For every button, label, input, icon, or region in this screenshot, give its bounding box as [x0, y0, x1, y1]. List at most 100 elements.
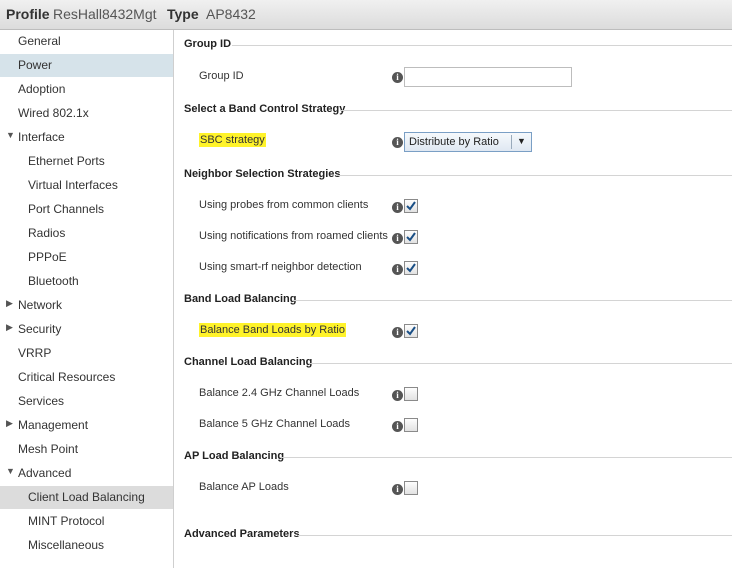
sidebar-item-advanced[interactable]: ▼ Advanced — [0, 462, 173, 485]
section-divider — [280, 457, 732, 458]
profile-header: Profile ResHall8432Mgt Type AP8432 — [0, 0, 732, 30]
sidebar-item-miscellaneous[interactable]: Miscellaneous — [0, 534, 173, 557]
info-icon[interactable]: i — [392, 202, 403, 213]
smart-rf-neighbor-checkbox[interactable] — [404, 261, 418, 275]
sidebar-item-ethernet-ports[interactable]: Ethernet Ports — [0, 150, 173, 173]
info-icon[interactable]: i — [392, 137, 403, 148]
sidebar-item-pppoe[interactable]: PPPoE — [0, 246, 173, 269]
info-icon[interactable]: i — [392, 390, 403, 401]
sidebar-item-label: Radios — [28, 226, 66, 240]
section-title-channel-load: Channel Load Balancing — [184, 356, 313, 368]
sidebar-item-label: Virtual Interfaces — [28, 178, 118, 192]
sidebar-item-interface[interactable]: ▼ Interface — [0, 126, 173, 149]
select-separator — [511, 135, 512, 149]
section-divider — [340, 110, 732, 111]
expanded-arrow-icon[interactable]: ▼ — [6, 130, 15, 140]
sidebar-item-label: Adoption — [18, 82, 66, 96]
info-icon[interactable]: i — [392, 72, 403, 83]
sidebar-item-vrrp[interactable]: VRRP — [0, 342, 173, 365]
sidebar-item-client-load-balancing[interactable]: Client Load Balancing — [0, 486, 173, 509]
collapsed-arrow-icon[interactable]: ▶ — [6, 322, 13, 333]
sidebar-item-port-channels[interactable]: Port Channels — [0, 198, 173, 221]
sidebar-item-label: Power — [18, 58, 53, 72]
section-title-band-load: Band Load Balancing — [184, 293, 297, 305]
sidebar-item-label: Client Load Balancing — [28, 490, 145, 504]
client-load-balancing-panel: Group ID Group ID i Select a Band Contro… — [174, 30, 732, 568]
section-title-group-id: Group ID — [184, 38, 232, 50]
balance-5ghz-checkbox[interactable] — [404, 418, 418, 432]
sbc-strategy-text: SBC strategy — [199, 133, 266, 147]
info-icon[interactable]: i — [392, 327, 403, 338]
sidebar-item-label: Miscellaneous — [28, 538, 105, 552]
balance-ap-loads-label: Balance AP Loads — [199, 481, 289, 493]
balance-24ghz-checkbox[interactable] — [404, 387, 418, 401]
checkmark-icon — [406, 263, 416, 273]
sidebar-item-label: Ethernet Ports — [28, 154, 105, 168]
sidebar-item-wired-8021x[interactable]: Wired 802.1x — [0, 102, 173, 125]
sidebar-item-adoption[interactable]: Adoption — [0, 78, 173, 101]
expanded-arrow-icon[interactable]: ▼ — [6, 466, 15, 476]
sidebar-item-mesh-point[interactable]: Mesh Point — [0, 438, 173, 461]
sidebar-item-label: Advanced — [18, 466, 72, 480]
info-icon[interactable]: i — [392, 233, 403, 244]
sidebar-item-label: Security — [18, 322, 62, 336]
section-divider — [308, 363, 732, 364]
sidebar-item-label: Services — [18, 394, 65, 408]
balance-band-loads-checkbox[interactable] — [404, 324, 418, 338]
sidebar-item-label: General — [18, 34, 61, 48]
sidebar-item-label: MINT Protocol — [28, 514, 105, 528]
section-title-band-control: Select a Band Control Strategy — [184, 103, 346, 115]
sidebar-item-label: Wired 802.1x — [18, 106, 89, 120]
sidebar-item-power[interactable]: Power — [0, 54, 173, 77]
balance-5ghz-label: Balance 5 GHz Channel Loads — [199, 418, 351, 430]
sidebar-item-virtual-interfaces[interactable]: Virtual Interfaces — [0, 174, 173, 197]
sbc-strategy-select[interactable]: Distribute by Ratio ▼ — [404, 132, 532, 152]
sidebar-item-label: Bluetooth — [28, 274, 79, 288]
collapsed-arrow-icon[interactable]: ▶ — [6, 298, 13, 309]
section-divider — [336, 175, 732, 176]
collapsed-arrow-icon[interactable]: ▶ — [6, 418, 13, 429]
sidebar-item-label: PPPoE — [28, 250, 67, 264]
section-title-ap-load: AP Load Balancing — [184, 450, 285, 462]
sidebar-item-services[interactable]: Services — [0, 390, 173, 413]
group-id-label: Group ID — [199, 70, 244, 82]
sidebar-item-critical-resources[interactable]: Critical Resources — [0, 366, 173, 389]
sidebar-item-network[interactable]: ▶ Network — [0, 294, 173, 317]
notifications-roamed-clients-label: Using notifications from roamed clients — [199, 230, 388, 242]
section-divider — [292, 300, 732, 301]
type-value: AP8432 — [206, 6, 256, 22]
smart-rf-neighbor-label: Using smart-rf neighbor detection — [199, 261, 362, 273]
dropdown-arrow-icon[interactable]: ▼ — [517, 136, 526, 146]
notifications-roamed-clients-checkbox[interactable] — [404, 230, 418, 244]
section-divider — [232, 45, 732, 46]
sidebar-item-label: Critical Resources — [18, 370, 116, 384]
sidebar-item-label: Network — [18, 298, 63, 312]
group-id-input[interactable] — [404, 67, 572, 87]
profile-label: Profile — [6, 6, 50, 22]
info-icon[interactable]: i — [392, 421, 403, 432]
sidebar-item-bluetooth[interactable]: Bluetooth — [0, 270, 173, 293]
info-icon[interactable]: i — [392, 264, 403, 275]
info-icon[interactable]: i — [392, 484, 403, 495]
balance-band-loads-text: Balance Band Loads by Ratio — [199, 323, 346, 337]
profile-name: ResHall8432Mgt — [53, 6, 157, 22]
sidebar-nav: General Power Adoption Wired 802.1x ▼ In… — [0, 30, 174, 568]
sidebar-item-label: Interface — [18, 130, 65, 144]
checkmark-icon — [406, 201, 416, 211]
sidebar-item-general[interactable]: General — [0, 30, 173, 53]
sidebar-item-mint-protocol[interactable]: MINT Protocol — [0, 510, 173, 533]
sidebar-item-security[interactable]: ▶ Security — [0, 318, 173, 341]
probes-common-clients-checkbox[interactable] — [404, 199, 418, 213]
balance-ap-loads-checkbox[interactable] — [404, 481, 418, 495]
checkmark-icon — [406, 232, 416, 242]
section-divider — [298, 535, 732, 536]
sidebar-item-management[interactable]: ▶ Management — [0, 414, 173, 437]
type-label: Type — [167, 6, 199, 22]
section-title-advanced-parameters[interactable]: Advanced Parameters — [184, 528, 300, 540]
sidebar-item-label: Mesh Point — [18, 442, 79, 456]
section-title-neighbor: Neighbor Selection Strategies — [184, 168, 341, 180]
sbc-strategy-label: SBC strategy — [199, 133, 266, 147]
balance-24ghz-label: Balance 2.4 GHz Channel Loads — [199, 387, 360, 399]
sidebar-item-radios[interactable]: Radios — [0, 222, 173, 245]
probes-common-clients-label: Using probes from common clients — [199, 199, 369, 211]
